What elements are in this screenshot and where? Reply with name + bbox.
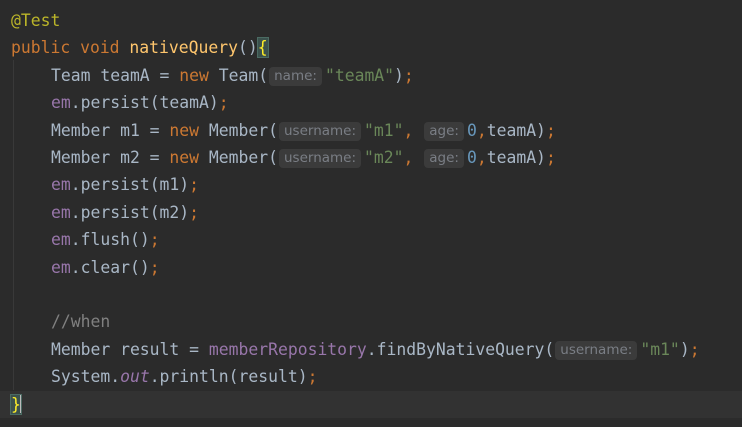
code-token-plain: Team teamA = [51, 65, 180, 85]
code-token-kw: void [80, 38, 130, 58]
code-line[interactable]: public void nativeQuery(){ [0, 34, 742, 61]
code-token-plain: .findByNativeQuery( [366, 339, 555, 359]
code-token-kw: public [11, 38, 81, 58]
code-token-ann: @Test [11, 11, 61, 30]
code-token-kw: , [476, 148, 487, 167]
code-line-content: em.flush(); [51, 226, 160, 253]
code-token-plain: Member result = [51, 339, 209, 359]
code-token-plain: () [237, 38, 258, 58]
code-line-content: //when [51, 308, 110, 335]
code-token-field: em [51, 257, 71, 277]
code-editor[interactable]: @Test public void nativeQuery(){Team team… [0, 0, 742, 427]
code-line[interactable]: em.persist(m1); [0, 171, 742, 198]
code-token-kw: ; [307, 367, 318, 387]
parameter-name-hint: age: [424, 121, 464, 141]
code-line-content: em.persist(m1); [51, 171, 199, 198]
matched-brace: { [256, 37, 269, 59]
code-token-field: memberRepository [208, 339, 367, 359]
code-token-plain: teamA) [486, 148, 546, 167]
code-token-plain: Member( [208, 148, 278, 167]
code-line-content: Team teamA = new Team(name: "teamA"); [51, 62, 414, 89]
code-token-field: em [51, 93, 71, 113]
code-token-plain: teamA) [486, 120, 546, 140]
code-line-content: public void nativeQuery(){ [11, 34, 269, 61]
code-token-kw: new [169, 120, 209, 140]
code-token-plain: Team( [218, 65, 269, 85]
code-token-kw: new [179, 65, 219, 85]
code-token-kw: ; [689, 339, 700, 359]
code-token-field: em [51, 230, 71, 250]
code-token-num: 0 [466, 148, 477, 167]
code-token-plain: .println(result) [149, 367, 308, 387]
code-token-plain: Member m2 = [51, 148, 170, 167]
code-line[interactable]: Member m2 = new Member(username: "m2", ag… [0, 144, 742, 171]
code-token-field: em [51, 175, 71, 195]
text-caret [19, 393, 22, 413]
code-token-plain: ) [394, 65, 404, 85]
code-line[interactable]: em.persist(teamA); [0, 89, 742, 116]
code-token-kw: , [403, 148, 424, 167]
code-line-content: Member m2 = new Member(username: "m2", ag… [51, 144, 556, 171]
parameter-name-hint: username: [278, 121, 362, 141]
code-line[interactable]: em.persist(m2); [0, 199, 742, 226]
parameter-name-hint: username: [555, 340, 638, 360]
parameter-name-hint: username: [278, 149, 362, 168]
code-line-content: em.clear(); [51, 254, 160, 281]
code-token-kw: ; [189, 175, 200, 195]
code-token-plain: .clear() [70, 257, 150, 277]
code-line[interactable] [0, 281, 742, 308]
code-line[interactable]: } [0, 390, 742, 418]
code-token-kw: new [169, 148, 209, 167]
code-token-kw: ; [218, 93, 229, 113]
code-token-kw: ; [189, 202, 200, 222]
code-line-content: System.out.println(result); [51, 363, 317, 390]
code-token-plain: ) [679, 339, 690, 359]
code-token-plain: .persist(m1) [70, 175, 190, 195]
code-line-content: em.persist(m2); [51, 199, 199, 226]
code-line-content: Member m1 = new Member(username: "m1", ag… [51, 117, 556, 144]
code-line-content: @Test [11, 7, 60, 34]
code-line-content: em.persist(teamA); [51, 89, 229, 116]
code-token-str: "m1" [364, 120, 404, 140]
code-token-plain: .persist(m2) [70, 202, 190, 222]
code-token-kw: ; [403, 65, 414, 85]
code-token-fn: nativeQuery [129, 38, 238, 58]
code-line[interactable]: System.out.println(result); [0, 363, 742, 390]
code-token-plain: .persist(teamA) [70, 93, 219, 113]
code-line[interactable]: @Test [0, 7, 742, 34]
code-token-field: em [51, 202, 71, 222]
code-token-plain: System. [51, 367, 121, 387]
code-token-comment: //when [51, 312, 111, 332]
code-line[interactable]: Member m1 = new Member(username: "m1", ag… [0, 117, 742, 144]
code-line-content: } [10, 391, 22, 418]
code-token-kw: ; [149, 230, 160, 250]
code-token-kw: , [476, 120, 487, 140]
code-token-str: "m2" [364, 148, 404, 167]
code-token-plain: Member( [208, 120, 278, 140]
code-token-kw: ; [545, 148, 556, 167]
code-token-num: 0 [466, 120, 477, 140]
code-token-str: "m1" [640, 339, 680, 359]
parameter-name-hint: age: [424, 149, 464, 168]
code-token-kw: , [403, 120, 424, 140]
code-line[interactable]: em.clear(); [0, 254, 742, 281]
code-token-str: "teamA" [324, 65, 395, 85]
code-line[interactable]: em.flush(); [0, 226, 742, 253]
code-line[interactable]: Member result = memberRepository.findByN… [0, 336, 742, 363]
code-token-plain: .flush() [70, 230, 150, 250]
code-token-kw: ; [545, 120, 556, 140]
parameter-name-hint: name: [269, 66, 322, 86]
code-line[interactable]: //when [0, 308, 742, 335]
code-line[interactable]: Team teamA = new Team(name: "teamA"); [0, 62, 742, 89]
code-token-static-field: out [120, 367, 150, 387]
code-line-content: Member result = memberRepository.findByN… [51, 336, 700, 363]
code-token-kw: ; [149, 257, 160, 277]
code-token-plain: Member m1 = [51, 120, 170, 140]
